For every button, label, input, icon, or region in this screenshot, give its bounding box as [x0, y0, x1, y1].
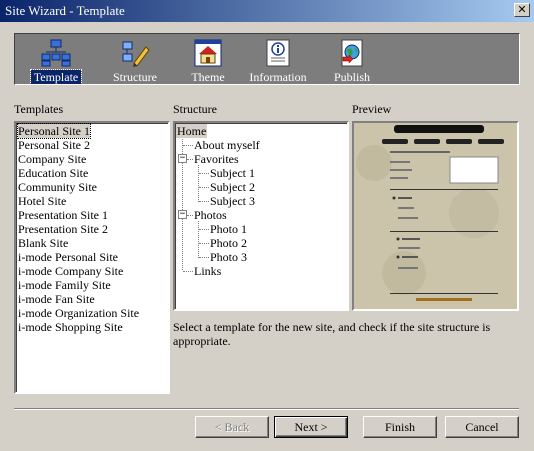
step-template[interactable]: Template — [23, 36, 89, 85]
house-theme-icon — [194, 39, 222, 67]
tree-node-photo-1[interactable]: Photo 1 — [210, 222, 247, 236]
globe-publish-icon — [341, 39, 363, 67]
template-item[interactable]: Personal Site 1 — [16, 123, 168, 139]
structure-label: Structure — [173, 102, 217, 116]
step-theme-label: Theme — [191, 70, 225, 84]
next-button[interactable]: Next > — [274, 416, 348, 438]
template-item[interactable]: Community Site — [16, 180, 168, 194]
step-structure-label: Structure — [113, 70, 157, 84]
template-item[interactable]: i-mode Personal Site — [16, 250, 168, 264]
tree-node-home[interactable]: Home — [176, 124, 208, 138]
template-item[interactable]: i-mode Company Site — [16, 264, 168, 278]
info-page-icon — [266, 39, 290, 67]
tree-node-links[interactable]: Links — [194, 264, 221, 278]
tree-node-photos[interactable]: Photos — [194, 208, 227, 222]
template-preview-image — [352, 121, 519, 311]
template-item[interactable]: i-mode Family Site — [16, 278, 168, 292]
tree-node-subject-1[interactable]: Subject 1 — [210, 166, 255, 180]
tree-node-photo-3[interactable]: Photo 3 — [210, 250, 247, 264]
wizard-steps-toolbar: Template Structure Theme Information Pub… — [14, 33, 520, 85]
instruction-text: Select a template for the new site, and … — [173, 320, 491, 348]
structure-tree[interactable]: Home About myself − Favorites Subject 1 … — [173, 121, 349, 311]
collapse-photos-icon[interactable]: − — [178, 210, 187, 219]
title-bar[interactable]: Site Wizard - Template ✕ — [0, 0, 534, 22]
template-item[interactable]: i-mode Organization Site — [16, 306, 168, 320]
tree-node-subject-3[interactable]: Subject 3 — [210, 194, 255, 208]
templates-label: Templates — [14, 102, 64, 116]
template-item[interactable]: i-mode Shopping Site — [16, 320, 168, 334]
template-item[interactable]: Personal Site 2 — [16, 138, 168, 152]
collapse-favorites-icon[interactable]: − — [178, 154, 187, 163]
close-button[interactable]: ✕ — [514, 3, 530, 17]
cancel-button[interactable]: Cancel — [445, 416, 519, 438]
step-structure[interactable]: Structure — [97, 36, 173, 84]
step-publish-label: Publish — [333, 70, 370, 84]
window-title: Site Wizard - Template — [5, 3, 125, 18]
tree-node-photo-2[interactable]: Photo 2 — [210, 236, 247, 250]
preview-thumbnail — [354, 123, 517, 309]
step-theme[interactable]: Theme — [179, 36, 237, 84]
back-button[interactable]: < Back — [195, 416, 269, 438]
template-item[interactable]: i-mode Fan Site — [16, 292, 168, 306]
tree-node-about[interactable]: About myself — [194, 138, 260, 152]
sitemap-icon — [41, 39, 71, 67]
step-information-label: Information — [249, 70, 307, 84]
step-template-label: Template — [29, 69, 83, 85]
template-item[interactable]: Education Site — [16, 166, 168, 180]
template-item[interactable]: Company Site — [16, 152, 168, 166]
template-item[interactable]: Presentation Site 2 — [16, 222, 168, 236]
preview-label: Preview — [352, 102, 392, 116]
structure-pencil-icon — [122, 41, 150, 67]
tree-node-subject-2[interactable]: Subject 2 — [210, 180, 255, 194]
template-item[interactable]: Presentation Site 1 — [16, 208, 168, 222]
template-item[interactable]: Hotel Site — [16, 194, 168, 208]
template-item[interactable]: Blank Site — [16, 236, 168, 250]
step-information[interactable]: Information — [243, 36, 313, 84]
templates-listbox[interactable]: Personal Site 1 Personal Site 2 Company … — [14, 121, 170, 394]
tree-node-favorites[interactable]: Favorites — [194, 152, 239, 166]
step-publish[interactable]: Publish — [321, 36, 383, 84]
finish-button[interactable]: Finish — [363, 416, 437, 438]
button-separator — [14, 408, 519, 410]
